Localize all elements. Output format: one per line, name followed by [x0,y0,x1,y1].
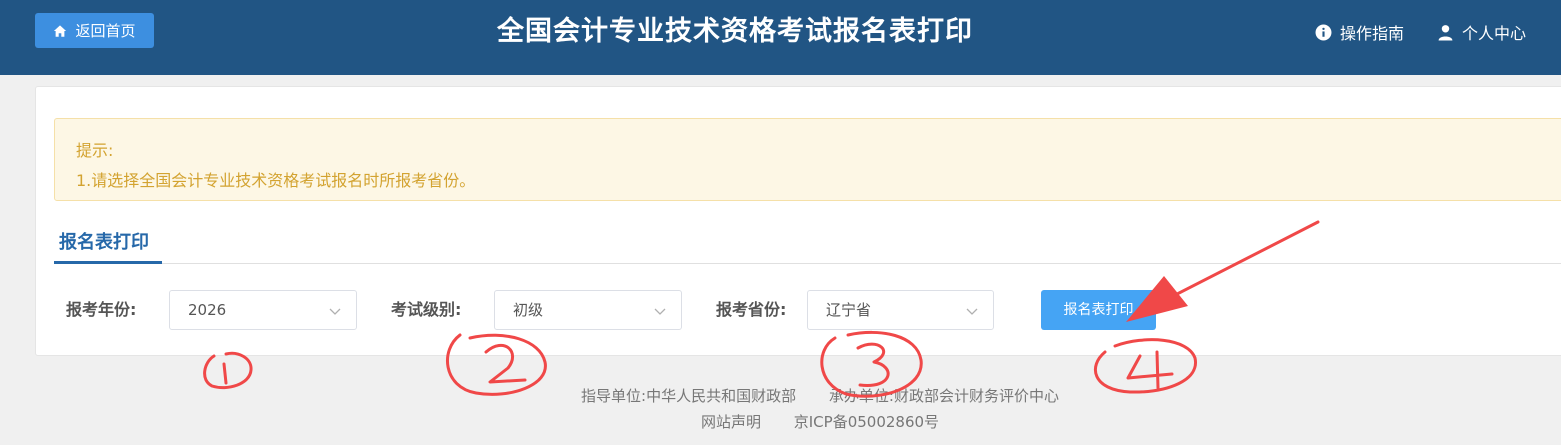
year-select[interactable]: 2026 [169,290,357,330]
chevron-down-icon [329,308,341,315]
tab-bar: 报名表打印 [54,228,1561,264]
top-header: 返回首页 全国会计专业技术资格考试报名表打印 操作指南 个人中心 [0,0,1561,75]
icp-text: 京ICP备05002860号 [793,413,940,431]
footer-links: 网站声明 京ICP备05002860号 [0,409,1561,435]
guide-link-label: 操作指南 [1340,24,1405,43]
print-form-button[interactable]: 报名表打印 [1041,290,1156,330]
guide-unit-text: 指导单位:中华人民共和国财政部 [581,387,797,405]
year-label: 报考年份: [66,300,137,319]
user-icon [1438,24,1453,40]
page-title: 全国会计专业技术资格考试报名表打印 [497,16,973,47]
province-select-value: 辽宁省 [826,301,872,319]
level-select-value: 初级 [513,301,544,319]
footer-units: 指导单位:中华人民共和国财政部 承办单位:财政部会计财务评价中心 [0,383,1561,409]
chevron-down-icon [966,308,978,315]
tab-print-form[interactable]: 报名表打印 [54,228,162,264]
year-select-value: 2026 [188,301,227,319]
province-select[interactable]: 辽宁省 [807,290,994,330]
annotation-digit-1 [222,362,228,385]
personal-center-label: 个人中心 [1462,24,1527,43]
footer: 指导单位:中华人民共和国财政部 承办单位:财政部会计财务评价中心 网站声明 京I… [0,383,1561,435]
info-icon [1315,24,1332,40]
guide-link[interactable]: 操作指南 [1315,20,1404,44]
personal-center-link[interactable]: 个人中心 [1437,20,1526,44]
level-select[interactable]: 初级 [494,290,682,330]
level-label: 考试级别: [391,300,462,319]
tip-title: 提示: [76,141,114,160]
tip-box: 提示: 1.请选择全国会计专业技术资格考试报名时所报考省份。 [54,118,1561,201]
tip-line-1: 1.请选择全国会计专业技术资格考试报名时所报考省份。 [76,171,476,190]
host-unit-text: 承办单位:财政部会计财务评价中心 [828,387,1059,405]
province-label: 报考省份: [716,300,787,319]
statement-link[interactable]: 网站声明 [701,413,761,431]
chevron-down-icon [654,308,666,315]
